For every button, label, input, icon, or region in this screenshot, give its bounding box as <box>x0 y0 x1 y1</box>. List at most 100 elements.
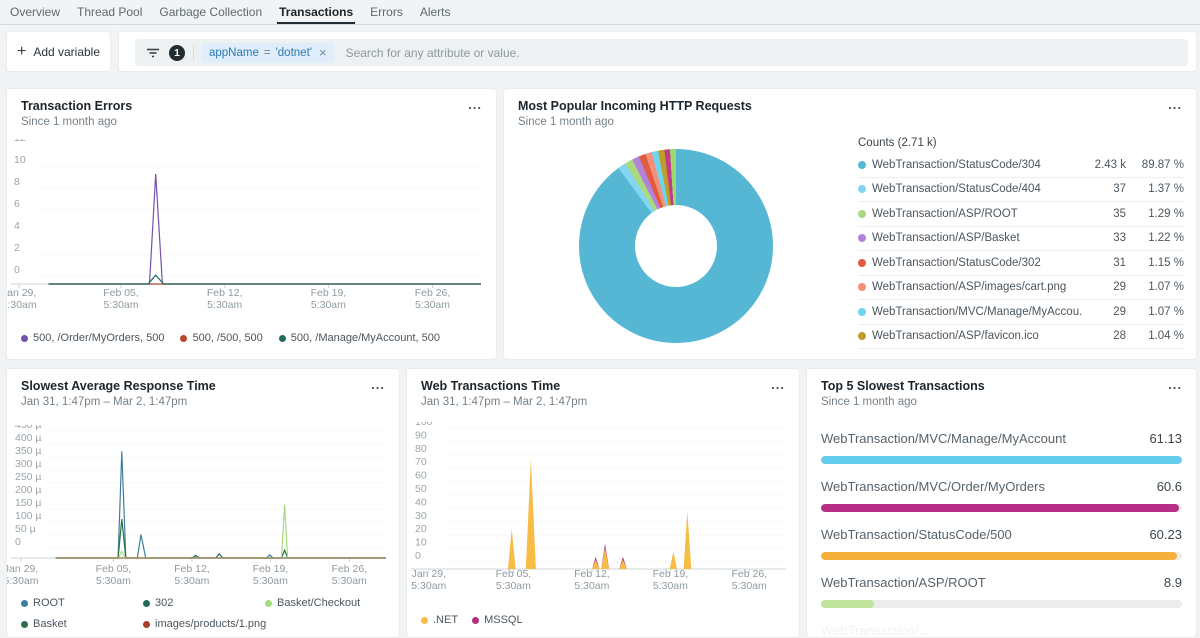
row-percent: 1.29 % <box>1126 208 1184 220</box>
transaction-row-header: WebTransaction/MVC/Order/MyOrders60.6 <box>821 479 1182 494</box>
row-label: WebTransaction/StatusCode/304 <box>872 159 1082 171</box>
transaction-row[interactable]: WebTransaction/MVC/Manage/MyAccount61.13 <box>821 425 1182 473</box>
bar-fill <box>821 600 874 608</box>
svg-text:450 µ: 450 µ <box>15 425 42 431</box>
transaction-row[interactable]: WebTransaction/ASP/ROOT 8.9 <box>821 569 1182 617</box>
panel-menu-button[interactable]: ... <box>1166 379 1184 391</box>
panel-menu-button[interactable]: ... <box>466 99 484 111</box>
panel-subtitle: Since 1 month ago <box>21 116 132 128</box>
svg-text:Jan 29,: Jan 29, <box>7 287 36 299</box>
table-row[interactable]: WebTransaction/StatusCode/302311.15 % <box>858 251 1184 276</box>
transaction-row[interactable]: WebTransaction/MVC/Order/MyOrders60.6 <box>821 473 1182 521</box>
svg-text:50: 50 <box>415 483 427 495</box>
tab-alerts[interactable]: Alerts <box>418 0 453 24</box>
legend-dot <box>265 600 272 607</box>
legend-item[interactable]: MSSQL <box>472 614 523 626</box>
table-row[interactable]: WebTransaction/ASP/images/cart.png291.07… <box>858 276 1184 301</box>
transaction-value: 60.23 <box>1149 527 1182 542</box>
series-Basket <box>56 519 386 558</box>
legend-dot <box>858 308 866 316</box>
legend-item[interactable]: 500, /Manage/MyAccount, 500 <box>279 332 440 344</box>
svg-text:Feb 26,: Feb 26, <box>331 563 367 575</box>
svg-text:Jan 29,: Jan 29, <box>7 563 38 575</box>
http-requests-donut-chart[interactable] <box>579 149 773 343</box>
svg-text:5:30am: 5:30am <box>653 580 688 592</box>
table-row[interactable]: WebTransaction/ASP/favicon.ico281.04 % <box>858 325 1184 350</box>
legend-label: 500, /500, 500 <box>192 332 262 344</box>
filter-funnel-icon <box>145 45 161 61</box>
legend-item[interactable]: .NET <box>421 614 458 626</box>
slowest-avg-response-chart[interactable]: 450 µ400 µ350 µ300 µ250 µ200 µ150 µ100 µ… <box>7 425 400 593</box>
add-variable-label: Add variable <box>33 45 100 59</box>
legend-label: 500, /Manage/MyAccount, 500 <box>291 332 440 344</box>
row-count: 35 <box>1082 208 1126 220</box>
svg-text:Jan 29,: Jan 29, <box>412 568 446 580</box>
svg-text:10: 10 <box>14 154 26 166</box>
transaction-row-clipped: WebTransaction/... <box>821 617 1182 638</box>
svg-text:0: 0 <box>14 264 20 276</box>
svg-text:100: 100 <box>415 422 433 428</box>
bar-fill <box>821 552 1177 560</box>
table-row[interactable]: WebTransaction/MVC/Manage/MyAccou...291.… <box>858 300 1184 325</box>
row-label: WebTransaction/ASP/Basket <box>872 232 1082 244</box>
chip-value: 'dotnet' <box>276 47 312 59</box>
svg-text:5:30am: 5:30am <box>174 575 209 587</box>
legend-item[interactable]: Basket <box>21 618 143 630</box>
legend-item[interactable]: 500, /500, 500 <box>180 332 262 344</box>
table-row[interactable]: WebTransaction/StatusCode/3042.43 k89.87… <box>858 153 1184 178</box>
panel-menu-button[interactable]: ... <box>1166 99 1184 111</box>
filter-chip[interactable]: appName = 'dotnet' × <box>202 43 334 63</box>
tab-transactions[interactable]: Transactions <box>277 0 355 24</box>
table-row[interactable]: WebTransaction/ASP/ROOT351.29 % <box>858 202 1184 227</box>
tab-errors[interactable]: Errors <box>368 0 405 24</box>
tab-overview[interactable]: Overview <box>8 0 62 24</box>
legend-item[interactable]: ROOT <box>21 597 143 609</box>
panel-http-requests: Most Popular Incoming HTTP Requests Sinc… <box>503 88 1197 360</box>
legend-item[interactable]: images/products/1.png <box>143 618 265 630</box>
bar-fill <box>821 504 1179 512</box>
transaction-errors-chart[interactable]: 121086420Jan 29,5:30amFeb 05,5:30amFeb 1… <box>7 139 497 317</box>
row-count: 31 <box>1082 257 1126 269</box>
legend-dot <box>472 617 479 624</box>
transaction-errors-legend: 500, /Order/MyOrders, 500 500, /500, 500 5… <box>21 332 440 344</box>
legend-label: 500, /Order/MyOrders, 500 <box>33 332 164 344</box>
panel-menu-button[interactable]: ... <box>369 379 387 391</box>
panel-subtitle: Jan 31, 1:47pm – Mar 2, 1:47pm <box>21 396 216 408</box>
legend-dot <box>180 335 187 342</box>
series-.NET <box>456 459 786 569</box>
transaction-row[interactable]: WebTransaction/StatusCode/50060.23 <box>821 521 1182 569</box>
svg-text:40: 40 <box>415 496 427 508</box>
series-500, /Manage/MyAccount, 500 <box>49 275 482 284</box>
svg-text:5:30am: 5:30am <box>415 299 450 311</box>
transaction-label: WebTransaction/MVC/Manage/MyAccount <box>821 431 1066 446</box>
add-variable-button[interactable]: + Add variable <box>6 31 111 72</box>
row-percent: 89.87 % <box>1126 159 1184 171</box>
chip-remove-icon[interactable]: × <box>319 45 327 60</box>
tab-garbage-collection[interactable]: Garbage Collection <box>157 0 264 24</box>
legend-dot <box>21 335 28 342</box>
transaction-value: 8.9 <box>1164 575 1182 590</box>
panel-menu-button[interactable]: ... <box>769 379 787 391</box>
tab-thread-pool[interactable]: Thread Pool <box>75 0 144 24</box>
web-transactions-time-chart[interactable]: 1009080706050403020100Jan 29,5:30amFeb 0… <box>407 422 800 596</box>
legend-item[interactable]: 302 <box>143 597 265 609</box>
legend-item[interactable]: Basket/Checkout <box>265 597 387 609</box>
legend-label: Basket <box>33 618 67 630</box>
svg-text:400 µ: 400 µ <box>15 432 42 444</box>
svg-text:4: 4 <box>14 220 20 232</box>
svg-text:5:30am: 5:30am <box>311 299 346 311</box>
svg-text:5:30am: 5:30am <box>103 299 138 311</box>
svg-text:Feb 05,: Feb 05, <box>96 563 132 575</box>
filter-search-area[interactable]: 1 appName = 'dotnet' × Search for any at… <box>135 39 1188 66</box>
table-row[interactable]: WebTransaction/StatusCode/404371.37 % <box>858 178 1184 203</box>
plus-icon: + <box>17 45 26 59</box>
legend-item[interactable]: 500, /Order/MyOrders, 500 <box>21 332 164 344</box>
table-row[interactable]: WebTransaction/ASP/Basket331.22 % <box>858 227 1184 252</box>
tab-bar: Overview Thread Pool Garbage Collection Tra… <box>0 0 1200 25</box>
transaction-label: WebTransaction/ASP/ROOT <box>821 575 986 590</box>
panel-title: Transaction Errors <box>21 99 132 113</box>
row-label: WebTransaction/StatusCode/302 <box>872 257 1082 269</box>
svg-text:5:30am: 5:30am <box>732 580 767 592</box>
svg-text:100 µ: 100 µ <box>15 510 42 522</box>
svg-text:5:30am: 5:30am <box>574 580 609 592</box>
